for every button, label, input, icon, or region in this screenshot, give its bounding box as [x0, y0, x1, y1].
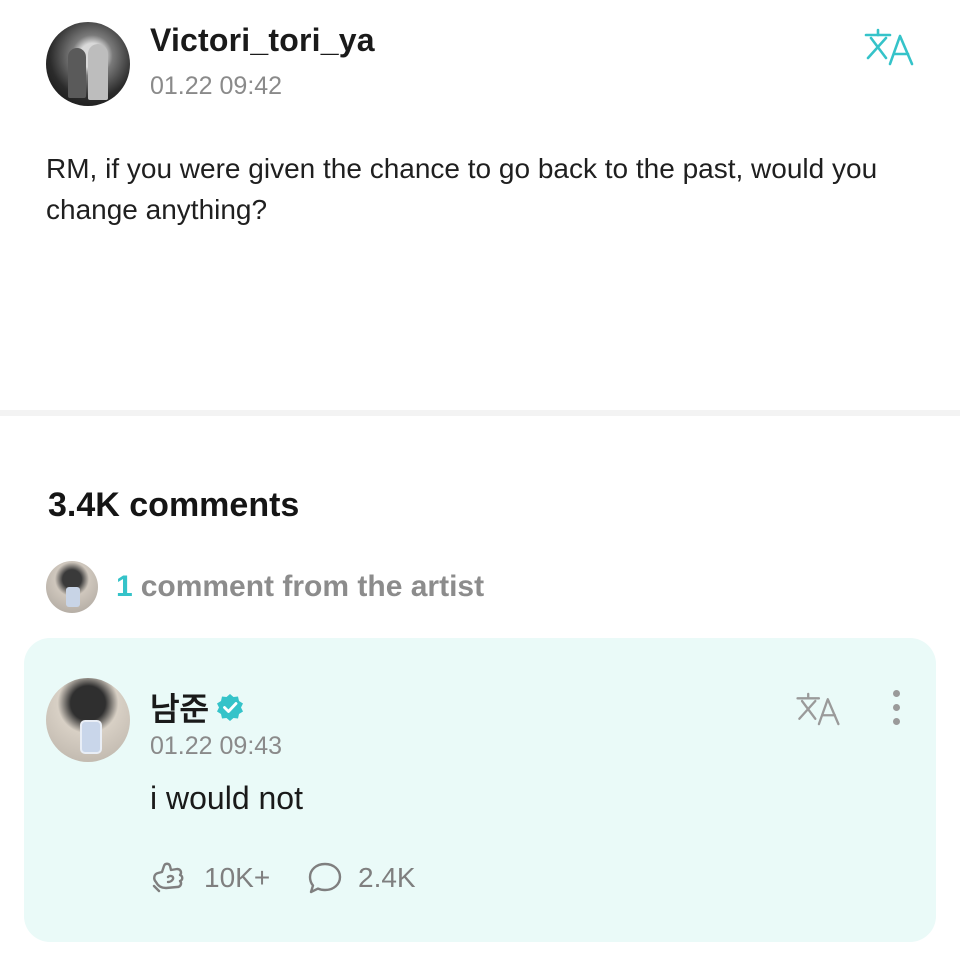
section-divider	[0, 410, 960, 416]
artist-comment-card: 남준 01.22 09:43 i would not 10K+ 2.4K	[24, 638, 936, 942]
artist-comment-label: comment from the artist	[140, 570, 485, 603]
reply-icon	[308, 862, 342, 894]
comment-body: i would not	[150, 780, 303, 816]
like-count: 10K+	[204, 862, 271, 893]
post-author-avatar[interactable]	[46, 22, 130, 106]
like-icon	[152, 862, 184, 893]
post-body: RM, if you were given the chance to go b…	[46, 153, 878, 225]
post-timestamp: 01.22 09:42	[150, 72, 283, 100]
comments-count: 3.4K comments	[48, 486, 300, 524]
translate-icon[interactable]	[794, 690, 842, 728]
translate-icon[interactable]	[862, 26, 916, 68]
comment-author-row: 남준	[150, 684, 245, 730]
like-button[interactable]: 10K+	[150, 860, 270, 896]
reply-button[interactable]: 2.4K	[306, 860, 416, 896]
more-vertical-icon[interactable]	[886, 690, 906, 730]
artist-comments-summary[interactable]: 1 comment from the artist	[46, 561, 485, 613]
verified-badge-icon	[216, 694, 243, 721]
avatar-figure	[88, 44, 108, 100]
post: Victori_tori_ya 01.22 09:42 RM, if you w…	[0, 0, 960, 410]
comment-timestamp: 01.22 09:43	[150, 732, 283, 760]
comment-author-avatar[interactable]	[46, 678, 130, 762]
post-author-name[interactable]: Victori_tori_ya	[150, 22, 375, 59]
artist-avatar	[46, 561, 98, 613]
reply-count: 2.4K	[358, 862, 416, 893]
artist-comment-count: 1	[116, 570, 133, 603]
comment-author-name[interactable]: 남준	[150, 684, 209, 730]
avatar-phone	[66, 587, 80, 607]
avatar-figure	[68, 48, 86, 98]
avatar-phone	[80, 720, 102, 754]
